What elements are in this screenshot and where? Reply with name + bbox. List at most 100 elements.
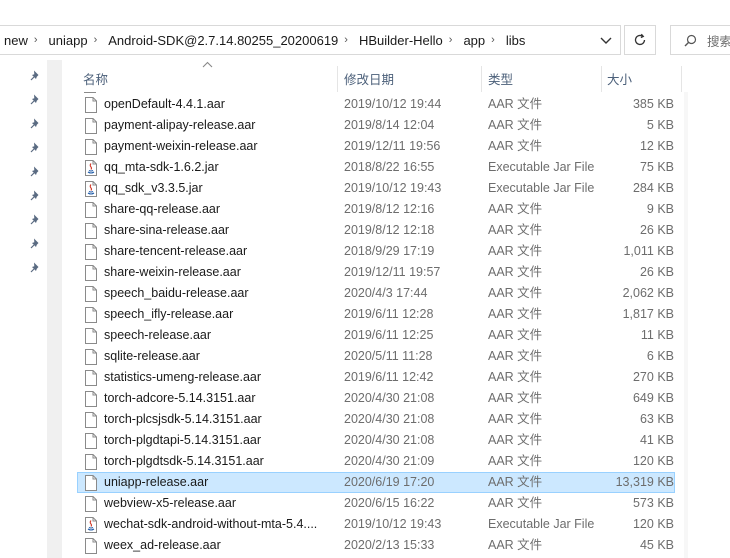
pin-icon[interactable] — [30, 117, 42, 129]
breadcrumb-separator-icon[interactable]: › — [340, 34, 355, 46]
file-row[interactable]: sqlite-release.aar 2020/5/11 11:28 AAR 文件 6… — [77, 346, 675, 367]
breadcrumb-item[interactable]: HBuilder-Hello — [355, 33, 445, 48]
pin-icon[interactable] — [30, 69, 42, 81]
file-size: 26 KB — [639, 223, 674, 237]
file-icon — [85, 118, 97, 134]
column-divider[interactable] — [601, 66, 602, 92]
file-type: AAR 文件 — [488, 202, 543, 216]
file-size: 573 KB — [632, 496, 674, 510]
pin-icon[interactable] — [30, 261, 42, 273]
file-row[interactable]: speech_baidu-release.aar 2020/4/3 17:44 AA… — [77, 283, 675, 304]
column-divider[interactable] — [481, 66, 482, 92]
breadcrumb-item[interactable]: Android-SDK@2.7.14.80255_20200619 — [104, 33, 340, 48]
file-date: 2020/4/30 21:08 — [344, 391, 435, 405]
file-size: 75 KB — [639, 160, 674, 174]
jar-icon — [85, 181, 97, 197]
file-row[interactable]: share-sina-release.aar 2019/8/12 12:18 AAR… — [77, 220, 675, 241]
file-row[interactable]: wechat-sdk-android-without-mta-5.4.... 20… — [77, 514, 675, 535]
file-row[interactable]: torch-adcore-5.14.3151.aar 2020/4/30 21:0… — [77, 388, 675, 409]
breadcrumb-item[interactable]: new — [0, 33, 30, 48]
breadcrumb-separator-icon[interactable]: › — [487, 34, 502, 46]
file-row[interactable]: weex_ad-release.aar 2020/2/13 15:33 AAR 文件… — [77, 535, 675, 556]
file-row[interactable]: share-weixin-release.aar 2019/12/11 19:57… — [77, 262, 675, 283]
file-row[interactable]: torch-plgdtapi-5.14.3151.aar 2020/4/30 21… — [77, 430, 675, 451]
search-input[interactable]: 搜索 — [670, 25, 730, 55]
file-name: qq_mta-sdk-1.6.2.jar — [104, 160, 219, 174]
file-type: AAR 文件 — [488, 496, 543, 510]
breadcrumb-separator-icon[interactable]: › — [90, 34, 105, 46]
file-date: 2019/8/12 12:18 — [344, 223, 435, 237]
file-type: AAR 文件 — [488, 265, 543, 279]
file-row[interactable]: speech-release.aar 2019/6/11 12:25 AAR 文件 1… — [77, 325, 675, 346]
column-type[interactable]: 类型 — [488, 60, 598, 92]
file-type: AAR 文件 — [488, 454, 543, 468]
jar-icon — [85, 517, 97, 533]
refresh-button[interactable] — [624, 25, 656, 55]
file-row[interactable]: torch-plcsjsdk-5.14.3151.aar 2020/4/30 21… — [77, 409, 675, 430]
pin-icon[interactable] — [30, 213, 42, 225]
breadcrumb-item[interactable]: app — [459, 33, 487, 48]
file-size: 120 KB — [632, 517, 674, 531]
file-type: AAR 文件 — [488, 97, 543, 111]
file-name: speech-release.aar — [104, 328, 212, 342]
navigation-scrollbar[interactable] — [47, 60, 62, 558]
file-type: AAR 文件 — [488, 307, 543, 321]
file-icon — [85, 370, 97, 386]
pin-icon[interactable] — [30, 237, 42, 249]
file-row[interactable]: qq_sdk_v3.3.5.jar 2019/10/12 19:43 Executa… — [77, 178, 675, 199]
file-name: speech_ifly-release.aar — [104, 307, 234, 321]
file-type: AAR 文件 — [488, 223, 543, 237]
file-type: Executable Jar File — [488, 160, 595, 174]
address-bar[interactable]: new › uniapp › Android-SDK@2.7.14.80255_2020… — [0, 25, 621, 55]
file-row[interactable]: qq_mta-sdk-1.6.2.jar 2018/8/22 16:55 Execu… — [77, 157, 675, 178]
pin-icon[interactable] — [30, 189, 42, 201]
file-type: AAR 文件 — [488, 370, 543, 384]
column-name[interactable]: 名称 — [83, 60, 333, 92]
column-size[interactable]: 大小 — [607, 60, 677, 92]
file-name: sqlite-release.aar — [104, 349, 200, 363]
file-row[interactable]: payment-weixin-release.aar 2019/12/11 19:… — [77, 136, 675, 157]
file-type: AAR 文件 — [488, 391, 543, 405]
file-name: weex_ad-release.aar — [104, 538, 221, 552]
file-list-scrollbar[interactable] — [684, 92, 688, 558]
pin-icon[interactable] — [30, 93, 42, 105]
file-row[interactable]: webview-x5-release.aar 2020/6/15 16:22 AAR… — [77, 493, 675, 514]
file-row[interactable]: payment-alipay-release.aar 2019/8/14 12:0… — [77, 115, 675, 136]
file-size: 649 KB — [632, 391, 674, 405]
file-size: 1,011 KB — [623, 244, 674, 258]
file-icon — [85, 223, 97, 239]
file-type: AAR 文件 — [488, 328, 543, 342]
file-name: statistics-umeng-release.aar — [104, 370, 262, 384]
file-row[interactable]: torch-plgdtsdk-5.14.3151.aar 2020/4/30 21… — [77, 451, 675, 472]
file-row[interactable]: share-qq-release.aar 2019/8/12 12:16 AAR 文… — [77, 199, 675, 220]
file-row[interactable]: speech_ifly-release.aar 2019/6/11 12:28 AA… — [77, 304, 675, 325]
file-date: 2019/8/14 12:04 — [344, 118, 435, 132]
column-header: 名称 修改日期 类型 大小 — [62, 60, 730, 92]
column-date[interactable]: 修改日期 — [344, 60, 478, 92]
file-date: 2020/6/15 16:22 — [344, 496, 435, 510]
file-date: 2018/8/22 16:55 — [344, 160, 435, 174]
column-divider[interactable] — [681, 66, 682, 92]
file-row[interactable]: share-tencent-release.aar 2018/9/29 17:19… — [77, 241, 675, 262]
file-name: torch-plgdtapi-5.14.3151.aar — [104, 433, 262, 447]
file-row[interactable]: uniapp-release.aar 2020/6/19 17:20 AAR 文件 1… — [77, 472, 675, 493]
file-name: wechat-sdk-android-without-mta-5.4.... — [104, 517, 318, 531]
pin-icon[interactable] — [30, 165, 42, 177]
chevron-down-icon[interactable] — [596, 34, 616, 48]
file-name: share-tencent-release.aar — [104, 244, 248, 258]
file-row[interactable]: statistics-umeng-release.aar 2019/6/11 12… — [77, 367, 675, 388]
file-size: 284 KB — [632, 181, 674, 195]
file-date: 2020/4/3 17:44 — [344, 286, 428, 300]
file-name: torch-adcore-5.14.3151.aar — [104, 391, 256, 405]
breadcrumb-item[interactable]: uniapp — [45, 33, 90, 48]
file-row[interactable]: openDefault-4.4.1.aar 2019/10/12 19:44 AAR… — [77, 94, 675, 115]
pin-icon[interactable] — [30, 141, 42, 153]
file-date: 2020/4/30 21:08 — [344, 433, 435, 447]
breadcrumb-separator-icon[interactable]: › — [445, 34, 460, 46]
breadcrumb-item[interactable]: libs — [502, 33, 528, 48]
file-date: 2019/10/12 19:44 — [344, 97, 442, 111]
column-divider[interactable] — [337, 66, 338, 92]
breadcrumb-separator-icon[interactable]: › — [30, 34, 45, 46]
file-type: AAR 文件 — [488, 433, 543, 447]
file-icon — [85, 349, 97, 365]
